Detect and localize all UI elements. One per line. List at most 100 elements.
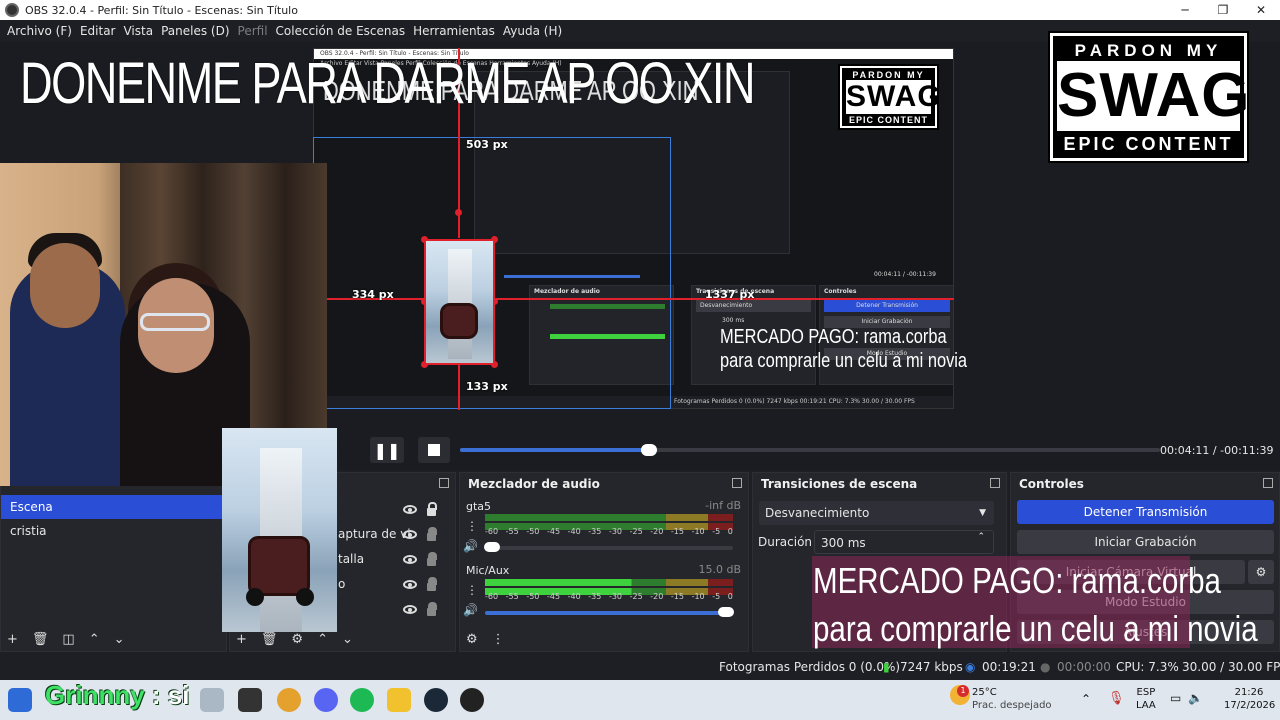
- volume-knob[interactable]: [717, 607, 734, 617]
- channel-menu-icon[interactable]: ⋮: [466, 519, 478, 533]
- scale-tick: -15: [670, 527, 684, 536]
- maximize-button[interactable]: ❐: [1204, 0, 1242, 20]
- weather-widget[interactable]: 25°C Prac. despejado: [972, 686, 1052, 712]
- start-recording-button[interactable]: Iniciar Grabación: [1017, 530, 1274, 554]
- float-icon[interactable]: [732, 478, 742, 488]
- minimize-button[interactable]: ─: [1166, 0, 1204, 20]
- channel-db: -inf dB: [705, 499, 741, 512]
- mercado-line1: MERCADO PAGO: rama.corba: [813, 560, 1221, 601]
- filter-icon[interactable]: ◫: [62, 632, 74, 647]
- game-wheel: [246, 588, 264, 606]
- meter-bar-l: [485, 514, 733, 521]
- remove-scene-icon[interactable]: 🗑: [32, 632, 49, 647]
- steam-icon[interactable]: [424, 688, 448, 712]
- menu-herramientas[interactable]: Herramientas: [409, 24, 499, 38]
- duration-spinbox[interactable]: 300 ms ⌃: [814, 530, 994, 554]
- visibility-eye-icon[interactable]: [403, 530, 417, 539]
- transition-select[interactable]: Desvanecimiento ▼: [759, 501, 994, 525]
- remove-source-icon[interactable]: 🗑: [261, 632, 278, 647]
- stop-button[interactable]: [418, 437, 450, 463]
- spotify-icon[interactable]: [350, 688, 374, 712]
- scene-item[interactable]: cristia: [1, 519, 226, 543]
- obs-taskbar-icon[interactable]: [460, 688, 484, 712]
- stop-streaming-button[interactable]: Detener Transmisión: [1017, 500, 1274, 524]
- glasses: [140, 313, 210, 331]
- add-scene-icon[interactable]: +: [7, 632, 18, 647]
- move-up-icon[interactable]: ⌃: [89, 632, 100, 647]
- scale-tick: -35: [588, 592, 602, 601]
- visibility-eye-icon[interactable]: [403, 580, 417, 589]
- channel-name: Mic/Aux: [466, 564, 510, 577]
- chat-message: : si: [151, 680, 190, 710]
- spin-up-icon[interactable]: ⌃: [977, 525, 985, 549]
- lock-icon[interactable]: [427, 577, 437, 591]
- volume-slider[interactable]: [484, 542, 733, 552]
- guide-label-left: 334 px: [352, 288, 394, 301]
- lock-icon[interactable]: [427, 527, 437, 541]
- obs-logo-icon: [5, 3, 19, 17]
- start-icon[interactable]: [8, 688, 32, 712]
- scale-tick: -50: [526, 527, 540, 536]
- advanced-audio-icon[interactable]: ⚙: [466, 632, 478, 647]
- nested-controls-title: Controles: [824, 288, 857, 295]
- discord-icon[interactable]: [314, 688, 338, 712]
- clock[interactable]: 21:26 17/2/2026: [1224, 686, 1276, 712]
- microphone-icon[interactable]: 🎙: [1108, 691, 1125, 706]
- scale-tick: -55: [505, 527, 519, 536]
- scale-tick: -20: [650, 527, 664, 536]
- mixer-menu-icon[interactable]: ⋮: [492, 632, 505, 647]
- nested-fade-select: Desvanecimiento: [696, 300, 811, 312]
- float-icon[interactable]: [1263, 478, 1273, 488]
- menu-paneles[interactable]: Paneles (D): [157, 24, 233, 38]
- menu-vista[interactable]: Vista: [119, 24, 157, 38]
- add-source-icon[interactable]: +: [236, 632, 247, 647]
- visibility-eye-icon[interactable]: [403, 555, 417, 564]
- media-time: 00:04:11 / -00:11:39: [1160, 444, 1274, 457]
- visibility-eye-icon[interactable]: [403, 505, 417, 514]
- move-up-icon[interactable]: ⌃: [317, 632, 328, 647]
- rotation-handle[interactable]: [455, 209, 462, 216]
- menu-ayuda[interactable]: Ayuda (H): [499, 24, 566, 38]
- source-settings-icon[interactable]: ⚙: [291, 632, 303, 647]
- app-icon[interactable]: [238, 688, 262, 712]
- menu-editar[interactable]: Editar: [76, 24, 120, 38]
- swag-line3: EPIC CONTENT: [1057, 128, 1240, 155]
- volume-slider[interactable]: [485, 607, 734, 617]
- lock-icon[interactable]: [427, 502, 437, 516]
- volume-icon[interactable]: 🔈: [1188, 691, 1203, 705]
- move-down-icon[interactable]: ⌄: [114, 632, 125, 647]
- weather-badge: 1: [957, 685, 969, 697]
- volume-knob[interactable]: [484, 542, 501, 552]
- speaker-icon[interactable]: 🔊: [463, 539, 478, 553]
- chevron-down-icon: ▼: [979, 508, 986, 518]
- lock-icon[interactable]: [427, 552, 437, 566]
- menu-perfil[interactable]: Perfil: [234, 24, 272, 38]
- menu-coleccion-escenas[interactable]: Colección de Escenas: [272, 24, 410, 38]
- media-seek-bar[interactable]: [460, 444, 1160, 456]
- scene-item[interactable]: Escena: [1, 495, 226, 519]
- chrome-icon[interactable]: [277, 688, 301, 712]
- pause-button[interactable]: ❚❚: [370, 437, 404, 463]
- clock-date: 17/2/2026: [1224, 700, 1276, 711]
- file-explorer-icon[interactable]: [387, 688, 411, 712]
- channel-menu-icon[interactable]: ⋮: [466, 583, 478, 597]
- menu-archivo[interactable]: Archivo (F): [3, 24, 76, 38]
- nested-swag-logo: PARDON MY SWAG EPIC CONTENT: [838, 64, 942, 130]
- weather-temp: 25°C: [972, 687, 997, 698]
- move-down-icon[interactable]: ⌄: [342, 632, 353, 647]
- network-icon[interactable]: ▭: [1170, 691, 1181, 705]
- language-indicator[interactable]: ESP LAA: [1136, 686, 1156, 712]
- tray-expand-icon[interactable]: ⌃: [1081, 692, 1091, 706]
- speaker-icon[interactable]: 🔊: [463, 603, 478, 617]
- guide-line-bottom: [458, 364, 460, 410]
- nested-swag-line2: SWAG: [846, 80, 942, 113]
- lock-icon[interactable]: [427, 602, 437, 616]
- float-icon[interactable]: [990, 478, 1000, 488]
- float-icon[interactable]: [439, 478, 449, 488]
- record-icon: ●: [1040, 660, 1051, 674]
- close-button[interactable]: ✕: [1242, 0, 1280, 20]
- taskview-icon[interactable]: [200, 688, 224, 712]
- seek-knob[interactable]: [641, 444, 657, 456]
- visibility-eye-icon[interactable]: [403, 605, 417, 614]
- scale-tick: -35: [588, 527, 602, 536]
